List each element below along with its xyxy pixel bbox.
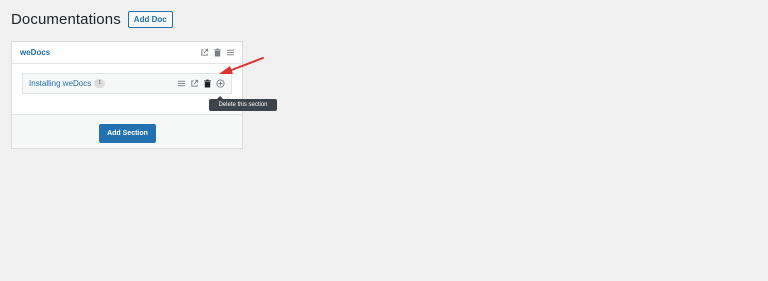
section-title-link[interactable]: Installing weDocs (29, 79, 91, 88)
add-doc-button[interactable]: Add Doc (127, 10, 173, 28)
doc-card: weDocs Installing weDocs 1 Add Section (11, 41, 243, 149)
plus-circle-icon[interactable] (216, 79, 225, 88)
trash-icon[interactable] (213, 48, 222, 57)
external-link-icon[interactable] (200, 48, 209, 57)
doc-title-link[interactable]: weDocs (20, 48, 50, 57)
article-count-badge: 1 (94, 79, 106, 88)
doc-card-header: weDocs (12, 42, 242, 64)
section-info: Installing weDocs 1 (29, 79, 106, 88)
section-actions (177, 79, 225, 88)
menu-icon[interactable] (226, 48, 235, 57)
external-link-icon[interactable] (190, 79, 199, 88)
page-header: Documentations Add Doc (11, 9, 173, 29)
add-section-button[interactable]: Add Section (99, 124, 156, 143)
doc-actions (200, 48, 235, 57)
delete-section-tooltip: Delete this section (209, 96, 277, 111)
menu-icon[interactable] (177, 79, 186, 88)
trash-icon[interactable] (203, 79, 212, 88)
page-title: Documentations (11, 10, 121, 28)
section-item: Installing weDocs 1 (22, 73, 232, 94)
